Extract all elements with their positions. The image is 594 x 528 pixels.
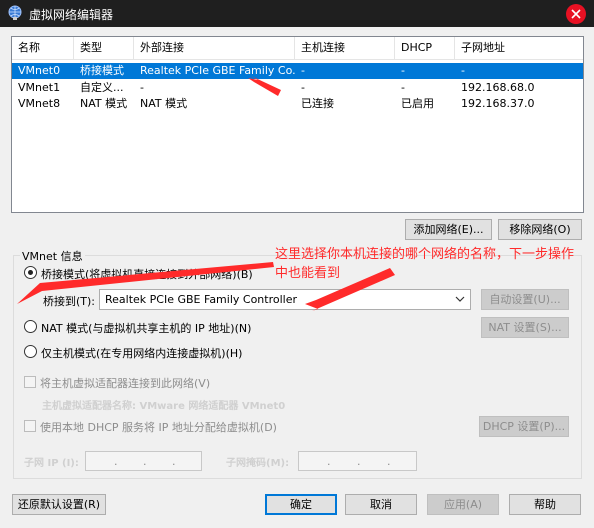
help-button[interactable]: 帮助 [509,494,581,515]
column-header-type[interactable]: 类型 [74,37,134,59]
cell-dhcp: - [401,64,405,77]
subnet-mask-label: 子网掩码(M): [226,458,290,469]
cell-subnet: 192.168.37.0 [461,97,535,110]
cell-subnet: 192.168.68.0 [461,81,535,94]
cell-type: 桥接模式 [80,64,124,77]
bridged-to-label: 桥接到(T): [43,295,96,308]
cell-external: Realtek PCIe GBE Family Co... [140,64,295,77]
cell-host: - [301,81,305,94]
column-header-external[interactable]: 外部连接 [134,37,295,59]
cell-dhcp: 已启用 [401,97,434,110]
column-header-subnet[interactable]: 子网地址 [455,37,583,59]
host-only-radio[interactable] [24,345,37,358]
title-bar[interactable]: 虚拟网络编辑器 [0,0,594,27]
column-header-host[interactable]: 主机连接 [295,37,395,59]
chevron-down-icon [453,290,467,309]
column-header-dhcp[interactable]: DHCP [395,37,455,59]
cell-name: VMnet1 [18,81,61,94]
cell-dhcp: - [401,81,405,94]
table-row[interactable]: VMnet0 桥接模式 Realtek PCIe GBE Family Co..… [12,63,583,79]
cell-name: VMnet0 [18,64,61,77]
close-icon [571,9,581,19]
cell-host: 已连接 [301,97,334,110]
window-title: 虚拟网络编辑器 [29,8,114,22]
network-list[interactable]: 名称 类型 外部连接 主机连接 DHCP 子网地址 VMnet0 桥接模式 Re… [11,36,584,213]
annotation-note: 这里选择你本机连接的哪个网络的名称，下一步操作中也能看到 [275,247,575,281]
table-row[interactable]: VMnet1 自定义... - - - 192.168.68.0 [12,80,583,96]
adapter-name-label: 主机虚拟适配器名称: VMware 网络适配器 VMnet0 [42,401,286,412]
host-only-label[interactable]: 仅主机模式(在专用网络内连接虚拟机)(H) [41,345,242,361]
apply-button[interactable]: 应用(A) [427,494,499,515]
dhcp-settings-button[interactable]: DHCP 设置(P)... [479,416,569,437]
connect-adapter-checkbox[interactable] [24,376,36,388]
cell-type: NAT 模式 [80,97,128,110]
subnet-mask-input[interactable]: ... [298,451,417,471]
table-row[interactable]: VMnet8 NAT 模式 NAT 模式 已连接 已启用 192.168.37.… [12,96,583,112]
auto-settings-button[interactable]: 自动设置(U)... [481,289,569,310]
cell-external: - [140,81,144,94]
list-header: 名称 类型 外部连接 主机连接 DHCP 子网地址 [12,37,583,60]
bridged-to-value: Realtek PCIe GBE Family Controller [105,293,298,306]
use-dhcp-checkbox[interactable] [24,420,36,432]
nat-mode-radio[interactable] [24,320,37,333]
cell-type: 自定义... [80,81,124,94]
cell-name: VMnet8 [18,97,61,110]
vmnet-info-legend: VMnet 信息 [20,248,85,264]
nat-settings-button[interactable]: NAT 设置(S)... [481,317,569,338]
bridged-mode-label[interactable]: 桥接模式(将虚拟机直接连接到外部网络)(B) [41,266,253,282]
remove-network-button[interactable]: 移除网络(O) [498,219,582,240]
cell-external: NAT 模式 [140,97,188,110]
subnet-ip-label: 子网 IP (I): [24,458,79,469]
cell-host: - [301,64,305,77]
column-header-name[interactable]: 名称 [12,37,74,59]
nat-mode-label[interactable]: NAT 模式(与虚拟机共享主机的 IP 地址)(N) [41,320,251,336]
cell-subnet: - [461,64,465,77]
virtual-network-editor-window: 虚拟网络编辑器 名称 类型 外部连接 主机连接 DHCP 子网地址 VMnet0… [0,0,594,528]
network-globe-icon [7,5,23,21]
ok-button[interactable]: 确定 [265,494,337,515]
bridged-mode-radio[interactable] [24,266,37,279]
subnet-ip-input[interactable]: ... [85,451,202,471]
connect-adapter-label[interactable]: 将主机虚拟适配器连接到此网络(V) [40,375,210,391]
close-button[interactable] [566,4,586,24]
add-network-button[interactable]: 添加网络(E)... [405,219,492,240]
restore-defaults-button[interactable]: 还原默认设置(R) [12,494,106,515]
use-dhcp-label[interactable]: 使用本地 DHCP 服务将 IP 地址分配给虚拟机(D) [40,419,277,435]
cancel-button[interactable]: 取消 [345,494,417,515]
bridged-to-select[interactable]: Realtek PCIe GBE Family Controller [99,289,471,310]
